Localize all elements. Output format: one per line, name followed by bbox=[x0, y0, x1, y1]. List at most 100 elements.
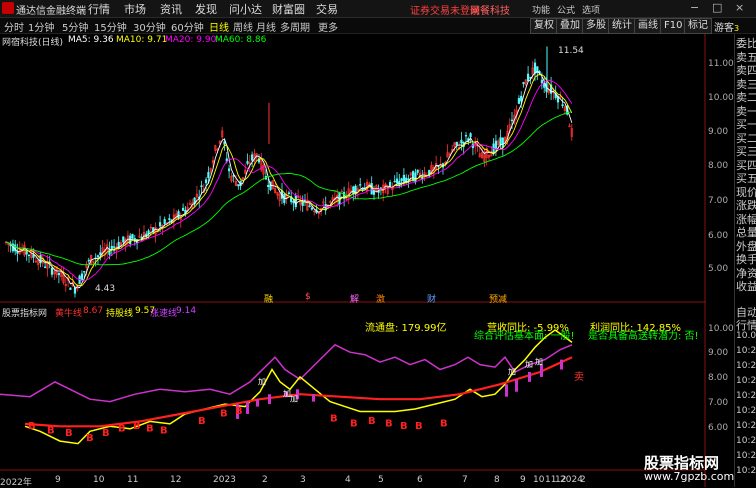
quote-field[interactable]: 净资 bbox=[736, 267, 756, 280]
top-right-func[interactable]: 功能 bbox=[532, 3, 550, 16]
menu-news[interactable]: 资讯 bbox=[160, 1, 182, 17]
period-30min[interactable]: 30分钟 bbox=[133, 19, 166, 34]
fundamental-eval: 综合评估基本面: 一般! bbox=[474, 331, 575, 342]
candle-body bbox=[177, 211, 180, 219]
add-signal: 加 bbox=[508, 367, 516, 377]
quote-field[interactable]: 总量 bbox=[736, 226, 756, 239]
buy-signal: B bbox=[86, 433, 94, 444]
date-tick: 2 bbox=[580, 475, 586, 485]
quote-field[interactable]: 委比 bbox=[736, 37, 756, 50]
minimize-icon[interactable]: − bbox=[690, 1, 699, 14]
kline-chart[interactable]: B B B B B B B B BBB BB B B B B B B加加加加加加 bbox=[0, 34, 706, 487]
event-finance[interactable]: 财 bbox=[427, 292, 436, 305]
right-top-value: 3 bbox=[734, 24, 740, 33]
candle-body bbox=[182, 207, 185, 211]
period-1min[interactable]: 1分钟 bbox=[28, 19, 54, 34]
period-60min[interactable]: 60分钟 bbox=[171, 19, 204, 34]
quote-field[interactable]: 卖四 bbox=[736, 64, 756, 77]
user-label[interactable]: 游客 bbox=[714, 19, 734, 34]
line1-value: 8.67 bbox=[83, 306, 104, 316]
broker-name: 网餐科技 bbox=[470, 6, 510, 17]
buy-signal: B bbox=[28, 421, 36, 432]
candle-body bbox=[395, 178, 399, 184]
candle-body bbox=[520, 95, 523, 102]
watermark-url: www.7gpzb.com bbox=[644, 470, 735, 483]
event-margin[interactable]: 融 bbox=[264, 292, 273, 305]
quote-field[interactable]: 买五 bbox=[736, 172, 756, 185]
buy-signal: B bbox=[47, 426, 55, 437]
quote-field[interactable]: 换手 bbox=[736, 253, 756, 266]
buy-signal: B bbox=[102, 428, 110, 439]
top-right-formula[interactable]: 公式 bbox=[557, 3, 575, 16]
title-bar: 通达信金融终端 行情 市场 资讯 发现 问小达 财富圈 交易 证券交易未登录 网… bbox=[0, 0, 756, 18]
quote-field[interactable]: 卖一 bbox=[736, 105, 756, 118]
maximize-icon[interactable]: □ bbox=[712, 1, 722, 14]
period-timeshare[interactable]: 分时 bbox=[4, 19, 24, 34]
period-daily[interactable]: 日线 bbox=[209, 19, 229, 34]
menu-market[interactable]: 市场 bbox=[124, 1, 146, 17]
candle-body bbox=[163, 219, 166, 224]
tool-multi-stock[interactable]: 多股 bbox=[582, 18, 610, 34]
tick-time: 10:27 bbox=[736, 346, 756, 356]
candle-body bbox=[469, 133, 472, 138]
ma60-legend: MA60: 8.86 bbox=[215, 35, 267, 45]
ma5-legend: MA5: 9.36 bbox=[68, 35, 114, 45]
top-right-options[interactable]: 选项 bbox=[582, 3, 600, 16]
candle-body bbox=[359, 184, 362, 186]
quote-field[interactable]: 卖五 bbox=[736, 51, 756, 64]
ma10-line bbox=[5, 73, 573, 287]
close-icon[interactable]: × bbox=[735, 1, 744, 14]
period-weekly[interactable]: 周线 bbox=[233, 19, 253, 34]
buy-signal: B bbox=[350, 418, 358, 429]
quote-field[interactable]: 卖三 bbox=[736, 78, 756, 91]
candle-body bbox=[223, 141, 226, 145]
quote-field[interactable]: 涨跌 bbox=[736, 199, 756, 212]
menu-discover[interactable]: 发现 bbox=[195, 1, 217, 17]
candle-body bbox=[388, 182, 392, 187]
period-more[interactable]: 更多 bbox=[318, 19, 338, 34]
tool-f10[interactable]: F10 bbox=[660, 18, 687, 34]
menu-quotes[interactable]: 行情 bbox=[88, 1, 110, 17]
tool-draw[interactable]: 画线 bbox=[634, 18, 662, 34]
quote-field[interactable]: 现价 bbox=[736, 186, 756, 199]
buy-signal: B bbox=[368, 416, 376, 427]
tool-adjust[interactable]: 复权 bbox=[530, 18, 558, 34]
period-monthly[interactable]: 月线 bbox=[256, 19, 276, 34]
tool-stats[interactable]: 统计 bbox=[608, 18, 636, 34]
tool-overlay[interactable]: 叠加 bbox=[556, 18, 584, 34]
tool-mark[interactable]: 标记 bbox=[684, 18, 712, 34]
buy-signal: B bbox=[65, 428, 73, 439]
price-tick: 8.00 bbox=[708, 161, 729, 171]
quote-field[interactable]: 买三 bbox=[736, 145, 756, 158]
candle-body bbox=[460, 139, 463, 144]
period-multi[interactable]: 多周期 bbox=[280, 19, 310, 34]
date-tick: 2023 bbox=[213, 475, 236, 485]
candle-body bbox=[205, 179, 208, 184]
quote-field[interactable]: 涨幅 bbox=[736, 213, 756, 226]
quote-field[interactable]: 外盘 bbox=[736, 240, 756, 253]
quote-field[interactable]: 买一 bbox=[736, 118, 756, 131]
period-5min[interactable]: 5分钟 bbox=[62, 19, 88, 34]
menu-wealth[interactable]: 财富圈 bbox=[272, 1, 305, 17]
quote-side-panel: 委比 卖五 卖四 卖三 卖二 卖一 买一 买二 买三 买四 买五 现价 涨跌 涨幅 总量 外盘 换手 净资 收益自动… bbox=[734, 34, 756, 487]
quote-field[interactable]: 收益 bbox=[736, 280, 756, 293]
candle-body bbox=[159, 222, 162, 227]
quote-field[interactable]: 买二 bbox=[736, 132, 756, 145]
tick-time: 10:27 bbox=[736, 421, 756, 431]
candle-body bbox=[50, 267, 54, 275]
panel-mode[interactable]: 自动 bbox=[736, 306, 756, 319]
event-dividend[interactable]: $ bbox=[305, 292, 311, 302]
menu-trade[interactable]: 交易 bbox=[316, 1, 338, 17]
signal-bar bbox=[515, 379, 518, 392]
candle-body bbox=[99, 252, 102, 255]
date-tick: 3 bbox=[300, 475, 306, 485]
event-incentive[interactable]: 激 bbox=[376, 292, 385, 305]
event-unlock[interactable]: 解 bbox=[350, 292, 359, 305]
event-forecast[interactable]: 预减 bbox=[489, 292, 507, 305]
period-15min[interactable]: 15分钟 bbox=[94, 19, 127, 34]
buy-signal: B bbox=[133, 421, 141, 432]
quote-field[interactable]: 买四 bbox=[736, 159, 756, 172]
ma20-legend: MA20: 9.90 bbox=[165, 35, 217, 45]
menu-ask[interactable]: 问小达 bbox=[229, 1, 262, 17]
quote-field[interactable]: 卖二 bbox=[736, 91, 756, 104]
